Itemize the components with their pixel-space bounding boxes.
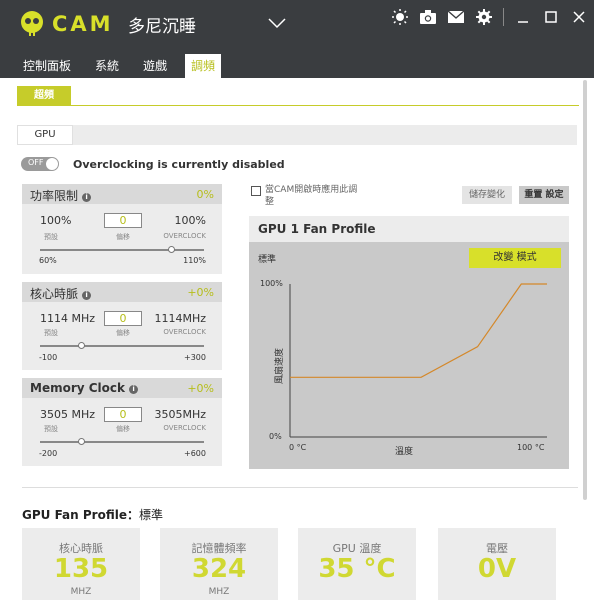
slider-knob[interactable] (77, 342, 85, 349)
camera-icon[interactable] (419, 8, 437, 26)
power-limit-section: 功率限制 i 0% 100% 0 100% 預設 偏移 OVERCLOCK 60%… (22, 184, 222, 274)
stat-memory-clock: 記憶體頻率 324 MHZ (160, 528, 278, 600)
fan-curve-chart[interactable]: 100% 0% 風扇速度 0 °C 溫度 100 °C (249, 216, 569, 469)
save-changes-button[interactable]: 儲存變化 (462, 186, 512, 204)
stat-unit: MHZ (70, 587, 92, 597)
overclock-label: OVERCLOCK (163, 328, 206, 336)
overclock-status: Overclocking is currently disabled (73, 157, 285, 171)
default-value: 3505 MHz (40, 408, 96, 421)
offset-input[interactable]: 0 (104, 213, 142, 228)
memory-clock-section: Memory Clock i +0% 3505 MHz 0 3505MHz 預設 … (22, 378, 222, 466)
y-min-label: 0% (269, 432, 282, 441)
cam-logo-icon (21, 11, 43, 36)
tab-dashboard[interactable]: 控制面板 (17, 54, 77, 78)
overclock-value: 100% (174, 214, 206, 227)
range-min: -200 (39, 449, 58, 458)
memory-clock-slider[interactable] (40, 438, 204, 445)
stat-value: 135 (53, 554, 109, 584)
section-value: 0% (196, 188, 214, 201)
core-clock-section: 核心時脈 i +0% 1114 MHz 0 1114MHz 預設 偏移 OVERC… (22, 282, 222, 370)
stat-core-clock: 核心時脈 135 MHZ (22, 528, 140, 600)
slider-knob[interactable] (77, 438, 85, 445)
bottom-fan-profile-title: GPU Fan Profile：標準 (22, 508, 163, 522)
section-value: +0% (187, 286, 214, 299)
stat-value: 35 °C (318, 554, 396, 584)
minimize-icon[interactable] (514, 8, 532, 26)
title-bar: CAM 多尼沉睡 控制面板 系統 遊戲 調頻 (0, 0, 594, 78)
chevron-down-icon[interactable] (268, 14, 286, 33)
gpu-tab[interactable]: GPU (17, 125, 73, 145)
divider (503, 8, 504, 26)
offset-input[interactable]: 0 (104, 311, 142, 326)
offset-label: 偏移 (116, 425, 130, 433)
fan-curve-line (290, 283, 547, 378)
overclock-toggle[interactable]: OFF (21, 157, 59, 171)
y-max-label: 100% (260, 279, 283, 288)
default-label: 預設 (44, 425, 58, 433)
overclock-value: 3505MHz (154, 408, 206, 421)
default-label: 預設 (44, 233, 58, 241)
toggle-label: OFF (28, 158, 44, 167)
overclock-value: 1114MHz (154, 312, 206, 325)
range-max: +600 (184, 449, 206, 458)
main-tabs: 控制面板 系統 遊戲 調頻 (17, 54, 233, 78)
overclock-label: OVERCLOCK (163, 424, 206, 432)
brightness-icon[interactable] (391, 8, 409, 26)
reset-settings-button[interactable]: 重置 設定 (519, 186, 569, 204)
close-icon[interactable] (570, 8, 588, 26)
cam-logo: CAM (18, 10, 114, 38)
stat-unit: MHZ (208, 587, 230, 597)
default-value: 100% (40, 214, 72, 227)
stat-value: 324 (191, 554, 247, 584)
slider-knob[interactable] (167, 246, 175, 253)
offset-input[interactable]: 0 (104, 407, 142, 422)
info-icon[interactable]: i (82, 193, 92, 202)
x-min-label: 0 °C (289, 443, 307, 452)
section-title: Memory Clock i (30, 381, 139, 395)
scrollbar[interactable] (583, 80, 587, 500)
apply-on-start-checkbox[interactable] (251, 186, 261, 196)
stat-value: 0V (477, 554, 517, 584)
logo-text: CAM (52, 12, 114, 36)
subtab-overclock[interactable]: 超頻 (17, 86, 71, 106)
info-icon[interactable]: i (82, 291, 92, 300)
fan-profile-panel: GPU 1 Fan Profile 標準 改變 模式 100% 0% 風扇速度 … (249, 216, 569, 469)
y-axis-label: 風扇速度 (273, 348, 285, 384)
power-limit-slider[interactable] (40, 246, 204, 253)
toggle-knob (46, 158, 58, 170)
mail-icon[interactable] (447, 8, 465, 26)
offset-label: 偏移 (116, 329, 130, 337)
core-clock-slider[interactable] (40, 342, 204, 349)
section-title: 核心時脈 i (30, 285, 92, 302)
gear-icon[interactable] (475, 8, 493, 26)
apply-on-start-label[interactable]: 當CAM開啟時應用此調整 (265, 184, 365, 208)
section-value: +0% (187, 382, 214, 395)
info-icon[interactable]: i (129, 385, 139, 394)
range-max: +300 (184, 353, 206, 362)
subtab-bar: 超頻 (17, 86, 579, 106)
stat-gpu-temp: GPU 溫度 35 °C (298, 528, 416, 600)
section-title: 功率限制 i (30, 187, 92, 204)
range-max: 110% (183, 256, 206, 265)
tab-system[interactable]: 系統 (89, 54, 125, 78)
user-name[interactable]: 多尼沉睡 (128, 12, 196, 37)
tab-games[interactable]: 遊戲 (137, 54, 173, 78)
default-value: 1114 MHz (40, 312, 96, 325)
range-min: -100 (39, 353, 58, 362)
tab-tuning[interactable]: 調頻 (185, 54, 222, 78)
divider (22, 487, 578, 488)
overclock-label: OVERCLOCK (163, 232, 206, 240)
x-max-label: 100 °C (517, 443, 545, 452)
stat-voltage: 電壓 0V (438, 528, 556, 600)
maximize-icon[interactable] (542, 8, 560, 26)
default-label: 預設 (44, 329, 58, 337)
offset-label: 偏移 (116, 233, 130, 241)
gpu-tabbar: GPU (17, 125, 577, 145)
range-min: 60% (39, 256, 57, 265)
x-mid-label: 溫度 (395, 445, 413, 457)
